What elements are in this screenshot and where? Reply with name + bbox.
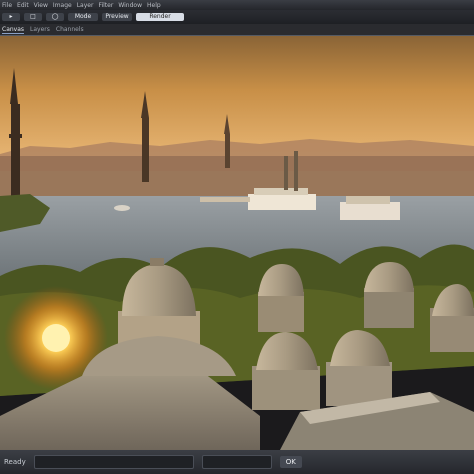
tab-canvas[interactable]: Canvas bbox=[2, 26, 25, 34]
menu-item-layer[interactable]: Layer bbox=[77, 2, 94, 9]
sky bbox=[0, 36, 474, 156]
toolbar: ▸ □ ◯ Mode Preview Render bbox=[0, 10, 474, 24]
mode-button[interactable]: Mode bbox=[68, 13, 98, 21]
menu-item-help[interactable]: Help bbox=[147, 2, 161, 9]
render-button[interactable]: Render bbox=[136, 13, 184, 21]
status-bar: Ready OK bbox=[0, 450, 474, 474]
tab-strip: Canvas Layers Channels bbox=[0, 24, 474, 36]
menu-bar: File Edit View Image Layer Filter Window… bbox=[0, 0, 474, 10]
ok-button[interactable]: OK bbox=[279, 456, 302, 468]
ellipse-select-icon[interactable]: ◯ bbox=[46, 13, 64, 21]
menu-item-file[interactable]: File bbox=[2, 2, 12, 9]
menu-item-image[interactable]: Image bbox=[53, 2, 72, 9]
menu-item-filter[interactable]: Filter bbox=[98, 2, 113, 9]
status-field-one[interactable] bbox=[33, 455, 194, 469]
pier bbox=[200, 197, 250, 202]
image-canvas[interactable] bbox=[0, 36, 474, 450]
status-field-two[interactable] bbox=[201, 455, 272, 469]
tab-channels[interactable]: Channels bbox=[56, 26, 84, 33]
status-label: Ready bbox=[4, 458, 26, 466]
preview-button[interactable]: Preview bbox=[102, 13, 132, 21]
rendered-scene bbox=[0, 36, 474, 450]
dome-small-2 bbox=[364, 262, 414, 328]
move-tool-icon[interactable]: ▸ bbox=[2, 13, 20, 21]
dome-small-1 bbox=[258, 264, 304, 332]
rect-select-icon[interactable]: □ bbox=[24, 13, 42, 21]
menu-item-edit[interactable]: Edit bbox=[17, 2, 29, 9]
menu-item-window[interactable]: Window bbox=[118, 2, 142, 9]
menu-item-view[interactable]: View bbox=[34, 2, 48, 9]
tab-layers[interactable]: Layers bbox=[30, 26, 50, 33]
